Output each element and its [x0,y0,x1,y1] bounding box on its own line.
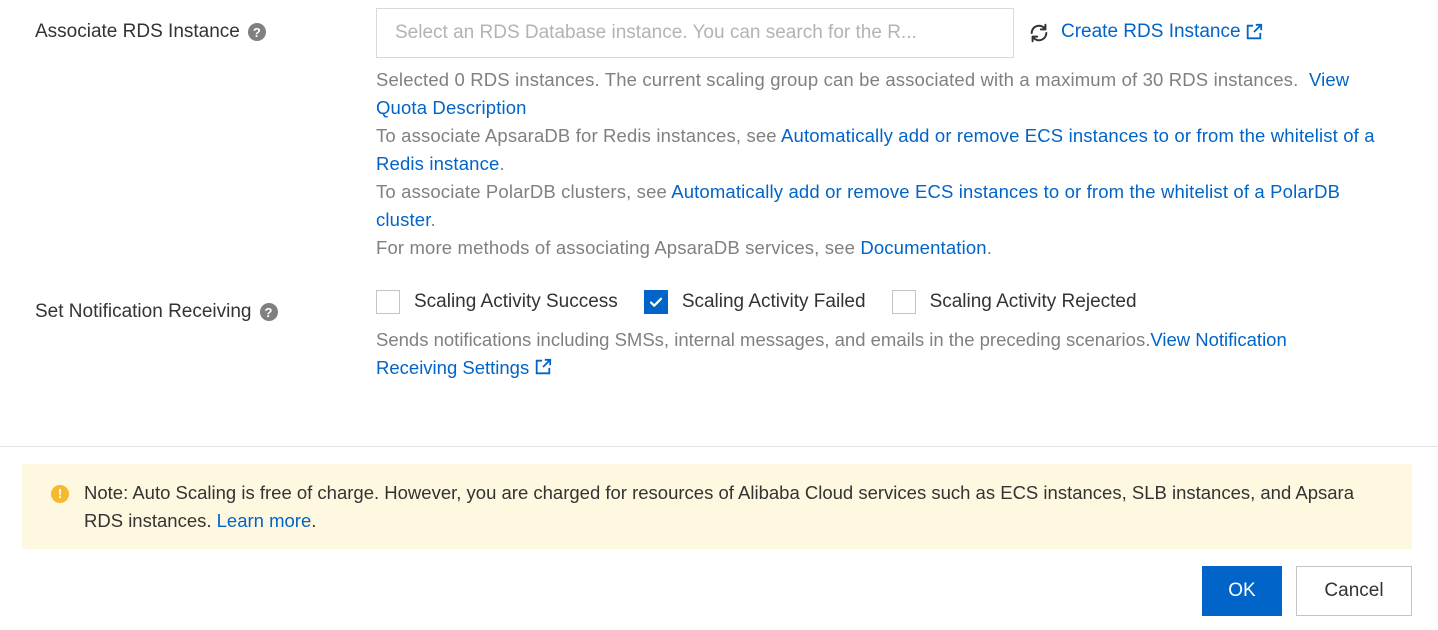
help-icon[interactable]: ? [247,23,266,41]
refresh-icon[interactable] [1028,22,1050,44]
check-icon [649,297,662,307]
learn-more-link[interactable]: Learn more [217,510,312,531]
rds-hints: Selected 0 RDS instances. The current sc… [376,66,1386,262]
checkbox-box[interactable] [376,290,400,314]
checkbox-box[interactable] [891,290,916,314]
documentation-hint-period: . [986,237,993,258]
notification-hint: Sends notifications including SMSs, inte… [376,326,1326,382]
polardb-hint-period: . [430,209,436,230]
redis-hint-text: To associate ApsaraDB for Redis instance… [376,125,782,146]
notification-options: Scaling Activity Success Scaling Activit… [376,290,1137,314]
polardb-hint-text: To associate PolarDB clusters, see [376,181,672,202]
create-rds-instance-link[interactable]: Create RDS Instance [1061,21,1263,43]
checkbox-label: Scaling Activity Success [414,291,618,312]
external-link-icon [1246,23,1262,40]
checkbox-label: Scaling Activity Failed [681,291,866,312]
notification-label-text: Set Notification Receiving [35,301,252,322]
checkbox-scaling-activity-failed[interactable]: Scaling Activity Failed [643,290,866,314]
help-icon[interactable]: ? [259,303,278,321]
rds-selected-text: Selected 0 RDS instances. The current sc… [376,69,1299,90]
documentation-hint-text: For more methods of associating ApsaraDB… [376,237,861,258]
redis-hint: To associate ApsaraDB for Redis instance… [376,122,1386,178]
billing-notice: ! Note: Auto Scaling is free of charge. … [22,464,1412,549]
ok-button[interactable]: OK [1202,566,1282,616]
rds-label: Associate RDS Instance ? [35,21,266,43]
rds-instance-select[interactable] [376,8,1014,58]
create-rds-instance-label: Create RDS Instance [1061,21,1241,42]
checkbox-scaling-activity-success[interactable]: Scaling Activity Success [376,290,618,314]
footer-divider [0,446,1438,447]
documentation-link[interactable]: Documentation [860,237,986,258]
warning-icon: ! [51,485,69,503]
cancel-button[interactable]: Cancel [1296,566,1412,616]
billing-notice-period: . [311,510,317,531]
redis-hint-period: . [499,153,505,174]
rds-label-text: Associate RDS Instance [35,21,240,42]
polardb-hint: To associate PolarDB clusters, see Autom… [376,178,1386,234]
checkbox-box-checked[interactable] [643,290,668,314]
external-link-icon [536,358,552,375]
documentation-hint: For more methods of associating ApsaraDB… [376,234,1386,262]
notification-label: Set Notification Receiving ? [35,301,278,323]
checkbox-label: Scaling Activity Rejected [929,291,1137,312]
checkbox-scaling-activity-rejected[interactable]: Scaling Activity Rejected [891,290,1137,314]
notification-hint-text: Sends notifications including SMSs, inte… [376,329,1151,350]
rds-quota-hint: Selected 0 RDS instances. The current sc… [376,66,1386,122]
